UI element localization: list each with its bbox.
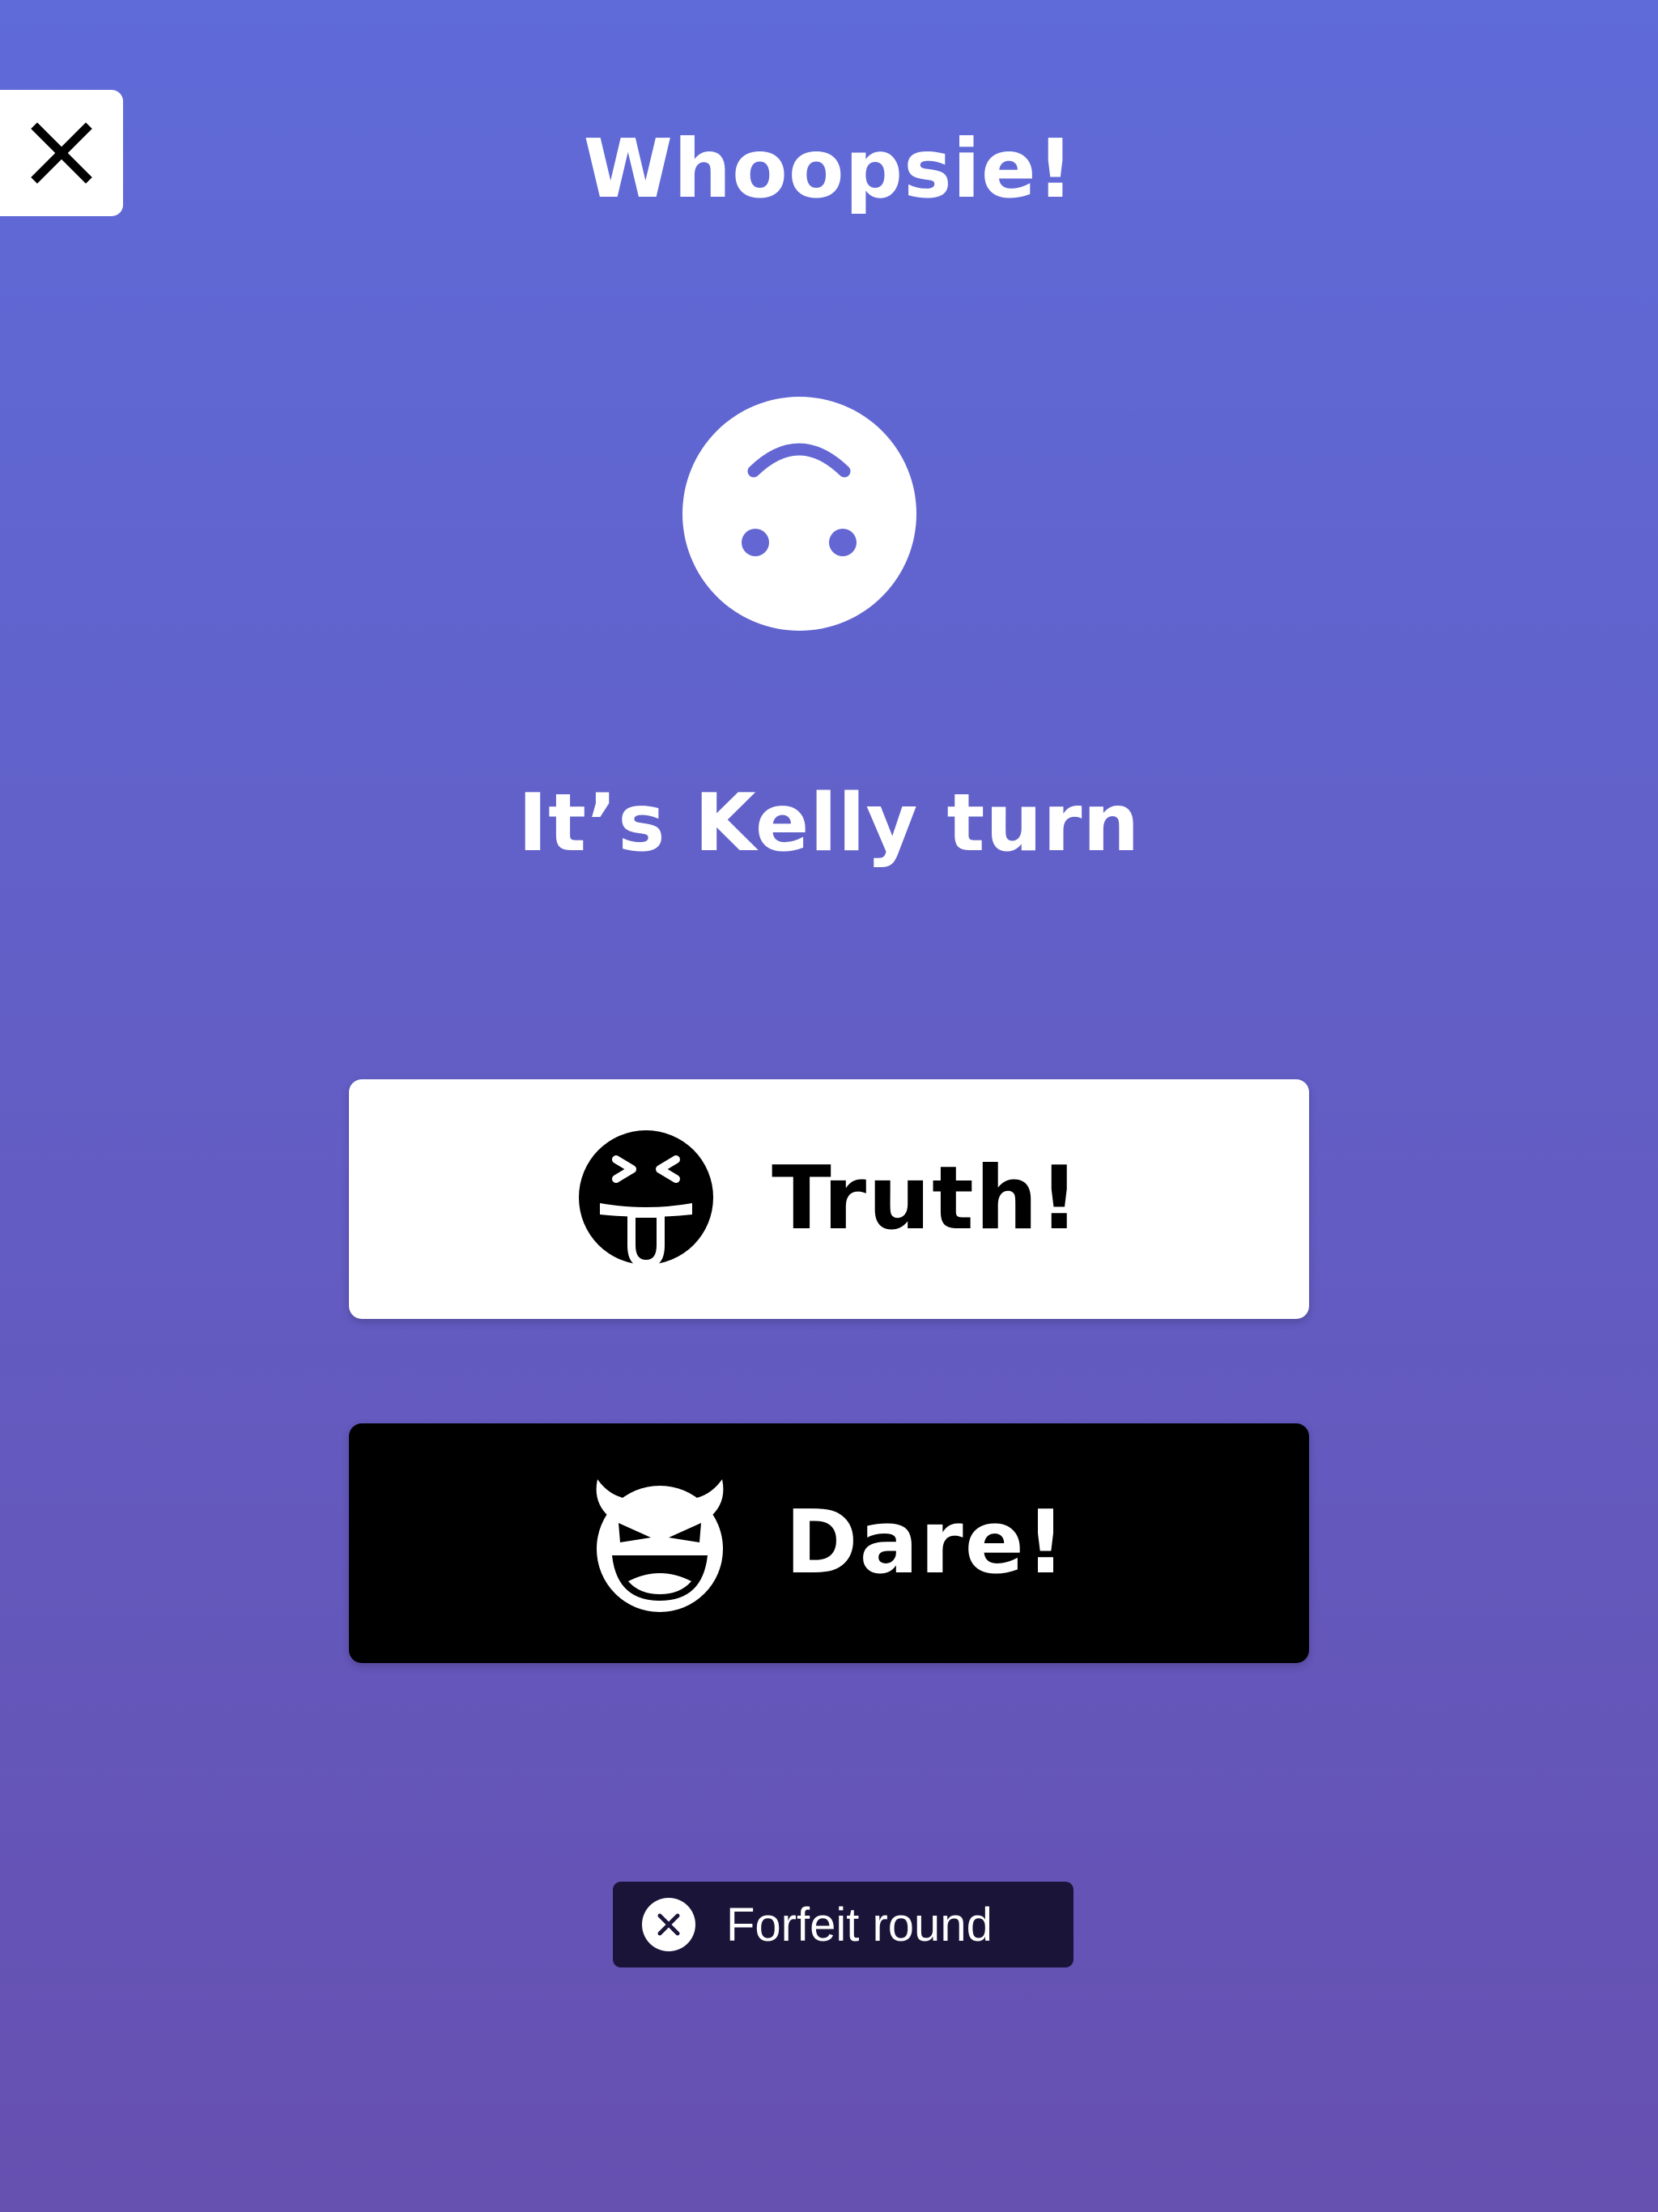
forfeit-round-button[interactable]: Forfeit round [613, 1882, 1073, 1967]
page-title: Whoopsie! [583, 121, 1075, 216]
squinting-face-with-tongue-icon [579, 1130, 714, 1268]
truth-button[interactable]: Truth! [349, 1079, 1309, 1319]
forfeit-label: Forfeit round [726, 1898, 993, 1951]
dare-button[interactable]: Dare! [349, 1423, 1309, 1663]
upside-down-face-icon [682, 397, 916, 631]
turn-indicator: It’s Kelly turn [517, 777, 1141, 870]
circle-x-icon [642, 1898, 695, 1951]
dare-label: Dare! [784, 1492, 1068, 1593]
truth-label: Truth! [772, 1148, 1081, 1249]
smiling-devil-icon [596, 1479, 724, 1612]
